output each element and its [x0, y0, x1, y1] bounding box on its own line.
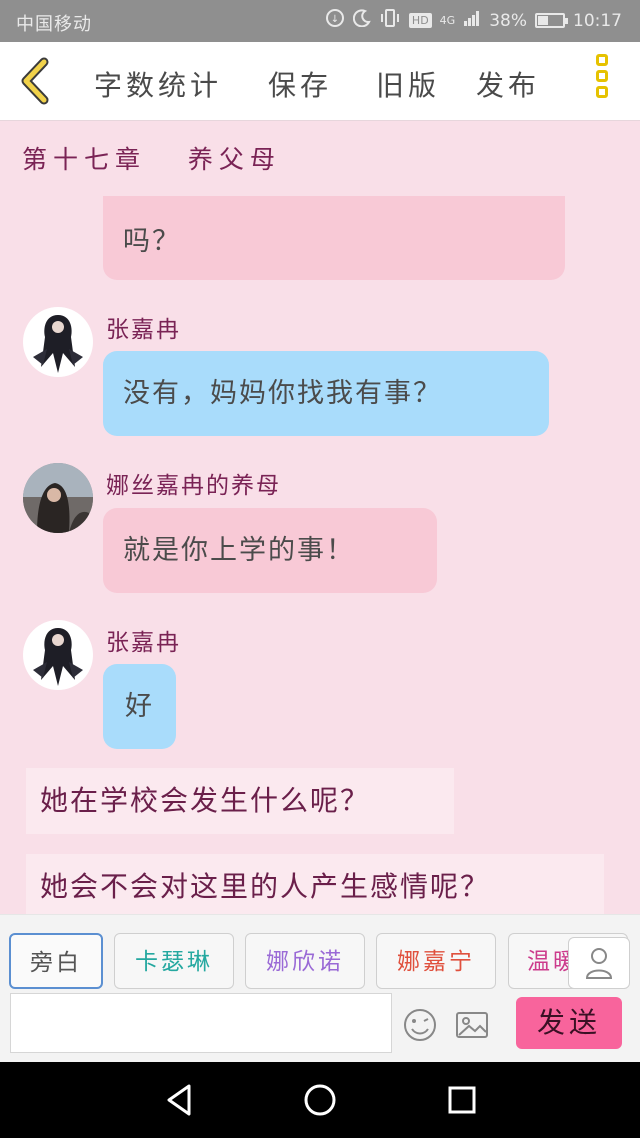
old-version-button[interactable]: 旧版 — [376, 64, 440, 104]
composer-panel: 旁白 卡瑟琳 娜欣诺 娜嘉宁 温暖 发送 — [0, 914, 640, 1063]
more-vertical-icon[interactable] — [596, 54, 618, 110]
signal-icon — [463, 10, 481, 31]
message-bubble: 吗？ — [103, 196, 565, 280]
image-icon[interactable] — [452, 1005, 492, 1045]
word-count-button[interactable]: 字数统计 — [94, 64, 222, 104]
role-najianing[interactable]: 娜嘉宁 — [376, 933, 496, 989]
role-selector: 旁白 卡瑟琳 娜欣诺 娜嘉宁 温暖 — [0, 933, 640, 991]
message-text: 没有，妈妈你找我有事？ — [123, 378, 442, 409]
role-label: 娜欣诺 — [266, 949, 344, 975]
chevron-left-icon[interactable] — [14, 56, 54, 106]
narration-text: 她会不会对这里的人产生感情呢？ — [40, 870, 491, 903]
carrier-label: 中国移动 — [16, 14, 92, 35]
avatar[interactable] — [23, 307, 93, 377]
save-button[interactable]: 保存 — [268, 64, 332, 104]
publish-button[interactable]: 发布 — [476, 64, 540, 104]
avatar[interactable] — [23, 463, 93, 533]
chapter-number: 第十七章 — [22, 145, 147, 174]
battery-percent: 38% — [489, 10, 527, 31]
editor-toolbar: 字数统计 保存 旧版 发布 — [0, 42, 640, 121]
emoji-icon[interactable] — [400, 1005, 440, 1045]
system-nav-bar — [0, 1062, 640, 1138]
battery-icon — [535, 13, 568, 28]
message-text: 好 — [125, 691, 154, 722]
role-naxinnuo[interactable]: 娜欣诺 — [245, 933, 365, 989]
narration-item: 她在学校会发生什么呢？ — [26, 768, 454, 834]
message-input[interactable] — [10, 993, 392, 1053]
person-icon[interactable] — [568, 937, 630, 989]
vibrate-icon — [379, 8, 401, 33]
circle-home-icon[interactable] — [302, 1082, 338, 1118]
avatar[interactable] — [23, 620, 93, 690]
role-label: 旁白 — [30, 950, 82, 976]
message-bubble: 好 — [103, 664, 176, 749]
role-label: 娜嘉宁 — [397, 949, 475, 975]
square-recent-icon[interactable] — [446, 1082, 478, 1118]
data-saver-icon: ↓ — [325, 8, 345, 33]
moon-icon — [352, 9, 371, 32]
svg-text:↓: ↓ — [331, 14, 339, 25]
role-catherine[interactable]: 卡瑟琳 — [114, 933, 234, 989]
role-narrator[interactable]: 旁白 — [9, 933, 103, 989]
message-text: 吗？ — [123, 226, 181, 257]
message-text: 就是你上学的事！ — [123, 535, 355, 566]
narration-text: 她在学校会发生什么呢？ — [40, 784, 371, 817]
sender-name: 娜丝嘉冉的养母 — [106, 473, 281, 499]
status-indicators: ↓ HD 4G 38% 10:17 — [325, 8, 622, 33]
sender-name: 张嘉冉 — [106, 630, 181, 656]
message-bubble: 就是你上学的事！ — [103, 508, 437, 593]
clock: 10:17 — [573, 10, 622, 31]
chat-area[interactable]: 吗？ 张嘉冉 没有，妈妈你找我有事？ 娜丝嘉冉的养母 就是你上学的事！ 张嘉冉 … — [0, 196, 640, 914]
status-bar: 中国移动 ↓ HD 4G 38% 10:17 — [0, 0, 640, 42]
narration-item: 她会不会对这里的人产生感情呢？ — [26, 854, 604, 914]
chapter-title: 养父母 — [187, 145, 281, 174]
send-button[interactable]: 发送 — [516, 997, 622, 1049]
role-label: 卡瑟琳 — [135, 949, 213, 975]
triangle-back-icon[interactable] — [163, 1082, 195, 1118]
sender-name: 张嘉冉 — [106, 317, 181, 343]
network-label: 4G — [439, 14, 456, 27]
chapter-header: 第十七章 养父母 — [22, 140, 281, 176]
message-bubble: 没有，妈妈你找我有事？ — [103, 351, 549, 436]
hd-badge: HD — [408, 13, 432, 28]
